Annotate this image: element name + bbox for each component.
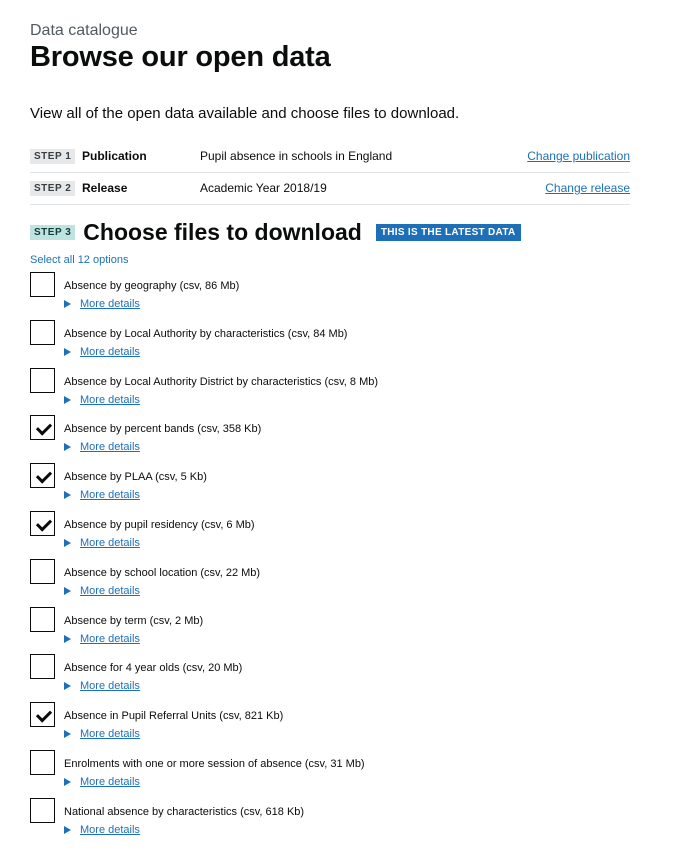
more-details-toggle[interactable]: More details: [64, 394, 140, 406]
file-checkbox[interactable]: [30, 702, 55, 728]
intro-text: View all of the open data available and …: [30, 105, 460, 122]
file-label[interactable]: Absence in Pupil Referral Units (csv, 82…: [64, 710, 283, 722]
more-details-link[interactable]: More details: [80, 728, 140, 740]
step-1-row: STEP 1 Publication Pupil absence in scho…: [30, 140, 630, 173]
more-details-link[interactable]: More details: [80, 298, 140, 310]
file-label[interactable]: Absence by PLAA (csv, 5 Kb): [64, 471, 207, 483]
file-label[interactable]: Absence by pupil residency (csv, 6 Mb): [64, 519, 255, 531]
file-checkbox[interactable]: [30, 415, 55, 441]
file-label[interactable]: Absence by Local Authority by characteri…: [64, 328, 347, 340]
file-option: Absence by percent bands (csv, 358 Kb) Mo…: [30, 415, 630, 463]
step-3-header: STEP 3 Choose files to download THIS IS …: [30, 219, 521, 246]
file-option: Absence in Pupil Referral Units (csv, 82…: [30, 702, 630, 750]
file-checkbox[interactable]: [30, 510, 55, 536]
file-option: Absence for 4 year olds (csv, 20 Mb) More…: [30, 654, 630, 702]
disclosure-triangle-icon: [64, 443, 71, 452]
more-details-link[interactable]: More details: [80, 537, 140, 549]
step-2-row: STEP 2 Release Academic Year 2018/19 Cha…: [30, 172, 630, 205]
file-option: Absence by school location (csv, 22 Mb) M…: [30, 558, 630, 607]
more-details-link[interactable]: More details: [80, 633, 140, 645]
more-details-link[interactable]: More details: [80, 585, 140, 597]
disclosure-triangle-icon: [64, 634, 71, 643]
change-publication-link[interactable]: Change publication: [527, 149, 630, 163]
select-all-link[interactable]: Select all 12 options: [30, 254, 128, 266]
disclosure-triangle-icon: [64, 491, 71, 500]
file-option: Absence by Local Authority by characteri…: [30, 319, 630, 368]
step-1-label: Publication: [82, 149, 147, 163]
more-details-link[interactable]: More details: [80, 346, 140, 358]
file-label[interactable]: National absence by characteristics (csv…: [64, 806, 304, 818]
selected-publication: Pupil absence in schools in England: [200, 149, 393, 163]
more-details-toggle[interactable]: More details: [64, 680, 140, 692]
change-release-link[interactable]: Change release: [545, 181, 630, 195]
file-label[interactable]: Absence by geography (csv, 86 Mb): [64, 280, 239, 292]
more-details-toggle[interactable]: More details: [64, 776, 140, 788]
disclosure-triangle-icon: [64, 777, 71, 786]
page-caption: Data catalogue: [30, 22, 138, 39]
more-details-toggle[interactable]: More details: [64, 633, 140, 645]
step-2-label: Release: [82, 181, 128, 195]
more-details-link[interactable]: More details: [80, 776, 140, 788]
file-label[interactable]: Absence by school location (csv, 22 Mb): [64, 567, 260, 579]
step-3-heading: Choose files to download: [83, 219, 362, 245]
disclosure-triangle-icon: [64, 586, 71, 595]
page-title: Browse our open data: [30, 41, 331, 73]
more-details-toggle[interactable]: More details: [64, 441, 140, 453]
latest-data-badge: THIS IS THE LATEST DATA: [375, 224, 521, 241]
disclosure-triangle-icon: [64, 825, 71, 834]
more-details-toggle[interactable]: More details: [64, 346, 140, 358]
file-label[interactable]: Absence by Local Authority District by c…: [64, 376, 378, 388]
file-checkbox[interactable]: [30, 749, 55, 775]
file-label[interactable]: Enrolments with one or more session of a…: [64, 758, 365, 770]
file-checkbox[interactable]: [30, 606, 55, 632]
file-option: Absence by term (csv, 2 Mb) More details: [30, 606, 630, 655]
file-checkbox[interactable]: [30, 272, 55, 297]
file-checkbox[interactable]: [30, 463, 55, 489]
more-details-toggle[interactable]: More details: [64, 537, 140, 549]
more-details-link[interactable]: More details: [80, 441, 140, 453]
file-checkbox[interactable]: [30, 319, 55, 345]
selected-release: Academic Year 2018/19: [200, 181, 327, 195]
step-3-tag: STEP 3: [30, 225, 76, 240]
more-details-toggle[interactable]: More details: [64, 728, 140, 740]
disclosure-triangle-icon: [64, 395, 71, 404]
more-details-link[interactable]: More details: [80, 824, 140, 836]
more-details-toggle[interactable]: More details: [64, 585, 140, 597]
file-checkbox[interactable]: [30, 797, 55, 823]
file-option: Enrolments with one or more session of a…: [30, 749, 630, 798]
file-checkbox[interactable]: [30, 558, 55, 584]
file-label[interactable]: Absence for 4 year olds (csv, 20 Mb): [64, 662, 242, 674]
file-label[interactable]: Absence by percent bands (csv, 358 Kb): [64, 423, 261, 435]
file-option: Absence by Local Authority District by c…: [30, 367, 630, 416]
file-checkbox[interactable]: [30, 367, 55, 393]
step-1-tag: STEP 1: [30, 148, 76, 164]
file-checkbox[interactable]: [30, 654, 55, 680]
more-details-toggle[interactable]: More details: [64, 298, 140, 310]
disclosure-triangle-icon: [64, 538, 71, 547]
more-details-toggle[interactable]: More details: [64, 489, 140, 501]
file-option: Absence by PLAA (csv, 5 Kb) More details: [30, 463, 630, 511]
more-details-toggle[interactable]: More details: [64, 824, 140, 836]
step-2-tag: STEP 2: [30, 180, 76, 196]
file-list: Absence by geography (csv, 86 Mb) More de…: [30, 272, 630, 846]
more-details-link[interactable]: More details: [80, 489, 140, 501]
more-details-link[interactable]: More details: [80, 680, 140, 692]
more-details-link[interactable]: More details: [80, 394, 140, 406]
disclosure-triangle-icon: [64, 300, 71, 308]
disclosure-triangle-icon: [64, 682, 71, 691]
file-option: Absence by pupil residency (csv, 6 Mb) Mo…: [30, 510, 630, 559]
file-label[interactable]: Absence by term (csv, 2 Mb): [64, 615, 203, 627]
file-option: National absence by characteristics (csv…: [30, 797, 630, 846]
disclosure-triangle-icon: [64, 347, 71, 356]
disclosure-triangle-icon: [64, 730, 71, 739]
file-option: Absence by geography (csv, 86 Mb) More de…: [30, 272, 630, 320]
